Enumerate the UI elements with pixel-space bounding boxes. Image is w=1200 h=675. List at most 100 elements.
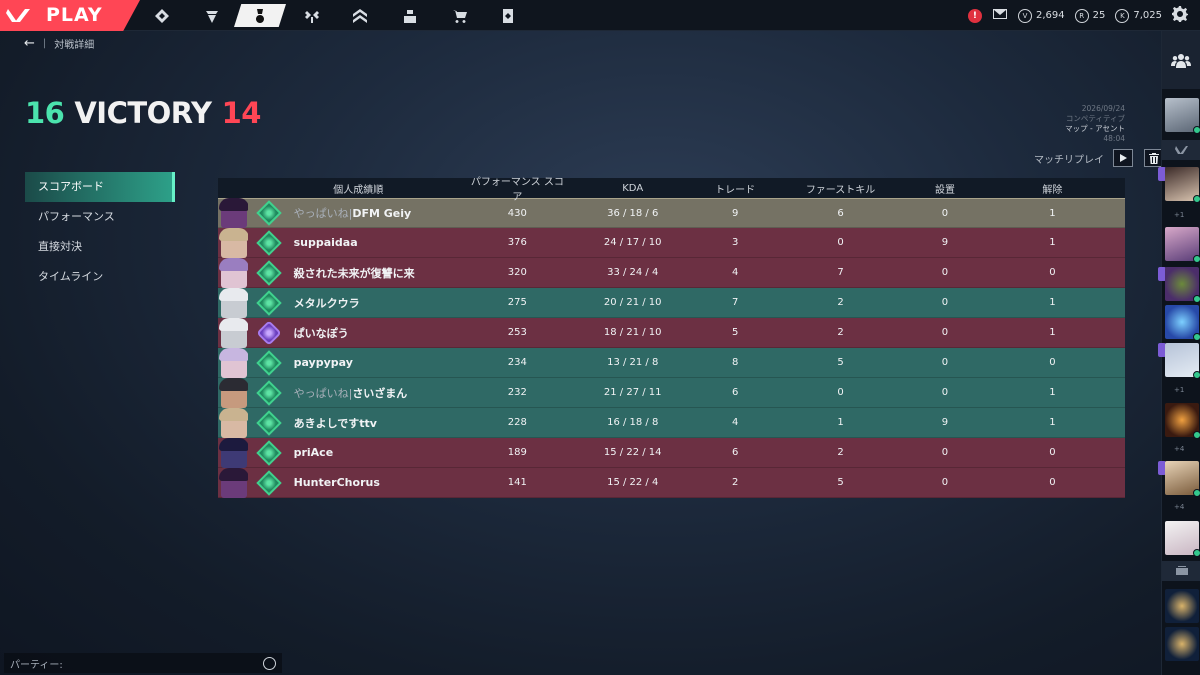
player-name[interactable]: あきよしですttv (290, 415, 469, 431)
friend-avatar[interactable] (1165, 167, 1200, 203)
rank-gem-icon (255, 469, 282, 496)
radianite-points[interactable]: R 25 (1074, 8, 1105, 23)
friends-icon (1171, 53, 1191, 68)
player-name[interactable]: suppaidaa (290, 236, 469, 249)
header-first-kill[interactable]: ファーストキル (771, 181, 910, 196)
trade-value: 2 (731, 477, 739, 488)
kda-value: 33 / 24 / 4 (607, 267, 659, 278)
header-plant[interactable]: 設置 (910, 181, 980, 196)
cards-icon[interactable] (482, 4, 534, 27)
rank-emblem (248, 379, 290, 406)
table-row[interactable]: あきよしですttv 228 16 / 18 / 8 4 1 9 1 (218, 407, 1125, 438)
player-name[interactable]: HunterChorus (290, 476, 469, 489)
party-plus-count: +4 (1174, 445, 1185, 453)
party-chat-bar[interactable]: パーティー: (4, 653, 282, 673)
acs-value: 189 (507, 447, 527, 458)
mail-icon[interactable] (992, 6, 1008, 25)
friend-avatar[interactable] (1165, 627, 1199, 661)
valorant-points[interactable]: V 2,694 (1017, 8, 1065, 23)
match-info: 2026/09/24 コンペティティブ マップ - アセント 48:04 (1065, 104, 1125, 144)
table-row[interactable]: paypypay 234 13 / 21 / 8 8 5 0 0 (218, 347, 1125, 378)
friend-avatar[interactable] (1165, 589, 1199, 623)
header-kda[interactable]: KDA (566, 183, 699, 194)
party-chat-label: パーティー: (10, 659, 63, 671)
play-button[interactable]: PLAY (0, 0, 140, 31)
plant-value: 9 (941, 417, 949, 428)
collection-icon[interactable] (234, 4, 286, 27)
player-name[interactable]: やっぱいね|DFM Geiy (290, 205, 469, 221)
player-name[interactable]: paypypay (290, 356, 469, 369)
player-name[interactable]: 殺された未来が復讐に来 (290, 265, 469, 281)
play-label: PLAY (46, 4, 103, 26)
first-kill-value: 2 (837, 297, 844, 308)
trade-value: 8 (731, 357, 739, 368)
breadcrumb: ← | 対戦詳細 (24, 36, 94, 51)
table-row[interactable]: やっぱいね|DFM Geiy 430 36 / 18 / 6 9 6 0 1 (218, 198, 1125, 228)
first-kill-value: 2 (837, 447, 844, 458)
player-name-text: HunterChorus (293, 476, 380, 489)
nav-timeline[interactable]: タイムライン (25, 262, 175, 292)
friend-avatar[interactable] (1165, 521, 1200, 557)
kda-value: 15 / 22 / 4 (607, 477, 659, 488)
friend-avatar[interactable] (1165, 343, 1200, 379)
agent-hair (219, 317, 248, 331)
header-acs[interactable]: パフォーマンス スコア (469, 173, 566, 203)
player-name[interactable]: メタルクウラ (290, 295, 469, 311)
acs-value: 228 (507, 417, 527, 428)
table-row[interactable]: ぱいなぽう 253 18 / 21 / 10 5 2 0 1 (218, 317, 1125, 348)
career-icon[interactable] (136, 4, 188, 27)
table-body: やっぱいね|DFM Geiy 430 36 / 18 / 6 9 6 0 1 suppaida… (218, 198, 1125, 498)
offline-group-icon (1175, 566, 1188, 575)
first-kill-value: 0 (837, 387, 844, 398)
player-name-text: paypypay (293, 356, 353, 369)
player-name[interactable]: priAce (290, 446, 469, 459)
table-row[interactable]: HunterChorus 141 15 / 22 / 4 2 5 0 0 (218, 467, 1125, 498)
acs-value: 275 (507, 297, 527, 308)
friend-avatar[interactable] (1165, 267, 1200, 303)
back-arrow-icon[interactable]: ← (24, 36, 35, 51)
friend-avatar[interactable] (1165, 461, 1200, 497)
alert-icon[interactable]: ! (967, 8, 982, 23)
rank-emblem (248, 469, 290, 496)
nav-scoreboard[interactable]: スコアボード (25, 172, 175, 202)
friend-avatar[interactable] (1165, 403, 1200, 439)
header-name[interactable]: 個人成績順 (248, 181, 469, 196)
trade-value: 4 (731, 267, 739, 278)
replay-play-button[interactable] (1113, 149, 1133, 167)
friend-avatar[interactable] (1165, 305, 1200, 341)
trade-value: 5 (731, 327, 739, 338)
kingdom-credits[interactable]: K 7,025 (1115, 8, 1162, 23)
rank-emblem (248, 229, 290, 256)
match-result: VICTORY (74, 96, 212, 130)
acs-value: 234 (507, 357, 527, 368)
social-icon[interactable] (384, 4, 436, 27)
rail-divider (1162, 561, 1200, 581)
friend-avatar[interactable] (1165, 227, 1200, 263)
defuse-value: 1 (1049, 387, 1056, 398)
player-name[interactable]: ぱいなぽう (290, 325, 469, 341)
table-row[interactable]: 殺された未来が復讐に来 320 33 / 24 / 4 4 7 0 0 (218, 257, 1125, 288)
party-plus-count: +4 (1174, 503, 1185, 511)
battlepass-icon[interactable] (186, 4, 238, 27)
table-row[interactable]: やっぱいね|さいざまん 232 21 / 27 / 11 6 0 0 1 (218, 377, 1125, 408)
nav-head-to-head[interactable]: 直接対決 (25, 232, 175, 262)
player-name-text: ぱいなぽう (293, 326, 349, 340)
friends-button[interactable] (1162, 31, 1200, 89)
nav-performance[interactable]: パフォーマンス (25, 202, 175, 232)
agent-portrait (218, 227, 248, 258)
table-row[interactable]: suppaidaa 376 24 / 17 / 10 3 0 9 1 (218, 227, 1125, 258)
rank-icon[interactable] (334, 4, 386, 27)
friend-avatar[interactable] (1165, 98, 1200, 134)
kingdom-credits-value: 7,025 (1133, 10, 1162, 21)
player-name[interactable]: やっぱいね|さいざまん (290, 385, 469, 401)
header-trade[interactable]: トレード (699, 181, 771, 196)
settings-gear-icon[interactable] (1172, 6, 1188, 25)
header-defuse[interactable]: 解除 (980, 181, 1125, 196)
chat-toggle-icon[interactable] (263, 656, 276, 670)
table-row[interactable]: メタルクウラ 275 20 / 21 / 10 7 2 0 1 (218, 287, 1125, 318)
valorant-small-icon (1174, 146, 1188, 154)
agents-icon[interactable] (286, 4, 338, 27)
table-row[interactable]: priAce 189 15 / 22 / 14 6 2 0 0 (218, 437, 1125, 468)
rank-emblem (248, 319, 290, 346)
store-icon[interactable] (434, 4, 486, 27)
